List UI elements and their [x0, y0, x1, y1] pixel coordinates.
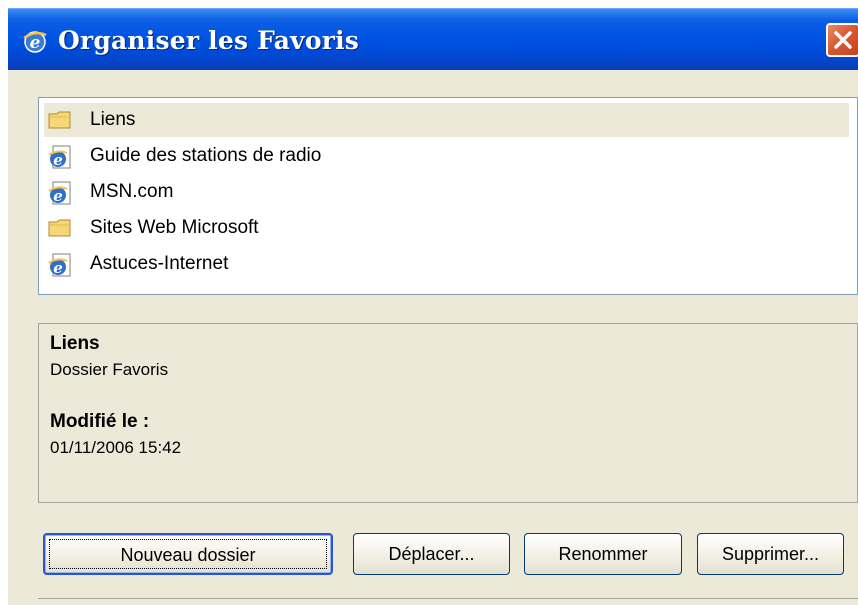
list-item-label: Guide des stations de radio — [90, 145, 322, 166]
list-item-label: MSN.com — [90, 181, 174, 202]
folder-icon — [48, 109, 72, 131]
close-icon — [834, 31, 852, 49]
list-item[interactable]: e Astuces-Internet — [44, 247, 849, 281]
list-item[interactable]: e MSN.com — [44, 175, 849, 209]
details-panel: Liens Dossier Favoris Modifié le : 01/11… — [38, 323, 858, 503]
delete-label: Supprimer... — [721, 544, 820, 564]
detail-modified-value: 01/11/2006 15:42 — [50, 438, 182, 457]
list-item-label: Sites Web Microsoft — [90, 217, 259, 238]
ie-page-icon: e — [48, 253, 72, 277]
separator — [38, 598, 858, 599]
ie-page-icon: e — [48, 145, 72, 169]
window-title: Organiser les Favoris — [58, 26, 360, 55]
ie-page-icon: e — [48, 181, 72, 205]
detail-modified-label: Modifié le : — [50, 411, 150, 432]
dialog-body: Liens e Guide des stations de radio e MS… — [8, 70, 858, 605]
focus-rectangle — [49, 539, 327, 569]
rename-label: Renommer — [558, 544, 648, 564]
title-bar[interactable]: e Organiser les Favoris — [8, 8, 858, 70]
move-label: Déplacer... — [388, 544, 475, 564]
svg-text:e: e — [53, 259, 63, 277]
folder-icon — [48, 217, 72, 239]
detail-item-name: Liens — [50, 333, 100, 354]
svg-text:e: e — [53, 151, 63, 169]
detail-item-type: Dossier Favoris — [50, 360, 169, 379]
list-item[interactable]: e Guide des stations de radio — [44, 139, 849, 173]
favorites-list[interactable]: Liens e Guide des stations de radio e MS… — [38, 97, 858, 295]
screen-edge — [0, 0, 858, 8]
svg-text:e: e — [53, 187, 63, 205]
list-item-label: Liens — [90, 109, 136, 130]
close-button[interactable] — [826, 23, 858, 57]
delete-button[interactable]: Supprimer... — [697, 533, 844, 575]
move-button[interactable]: Déplacer... — [353, 533, 510, 575]
rename-button[interactable]: Renommer — [524, 533, 682, 575]
new-folder-button[interactable]: Nouveau dossier — [43, 533, 333, 575]
list-item[interactable]: Liens — [44, 103, 849, 137]
ie-icon: e — [22, 29, 48, 55]
svg-text:e: e — [30, 33, 41, 53]
list-item-label: Astuces-Internet — [90, 253, 229, 274]
list-item[interactable]: Sites Web Microsoft — [44, 211, 849, 245]
